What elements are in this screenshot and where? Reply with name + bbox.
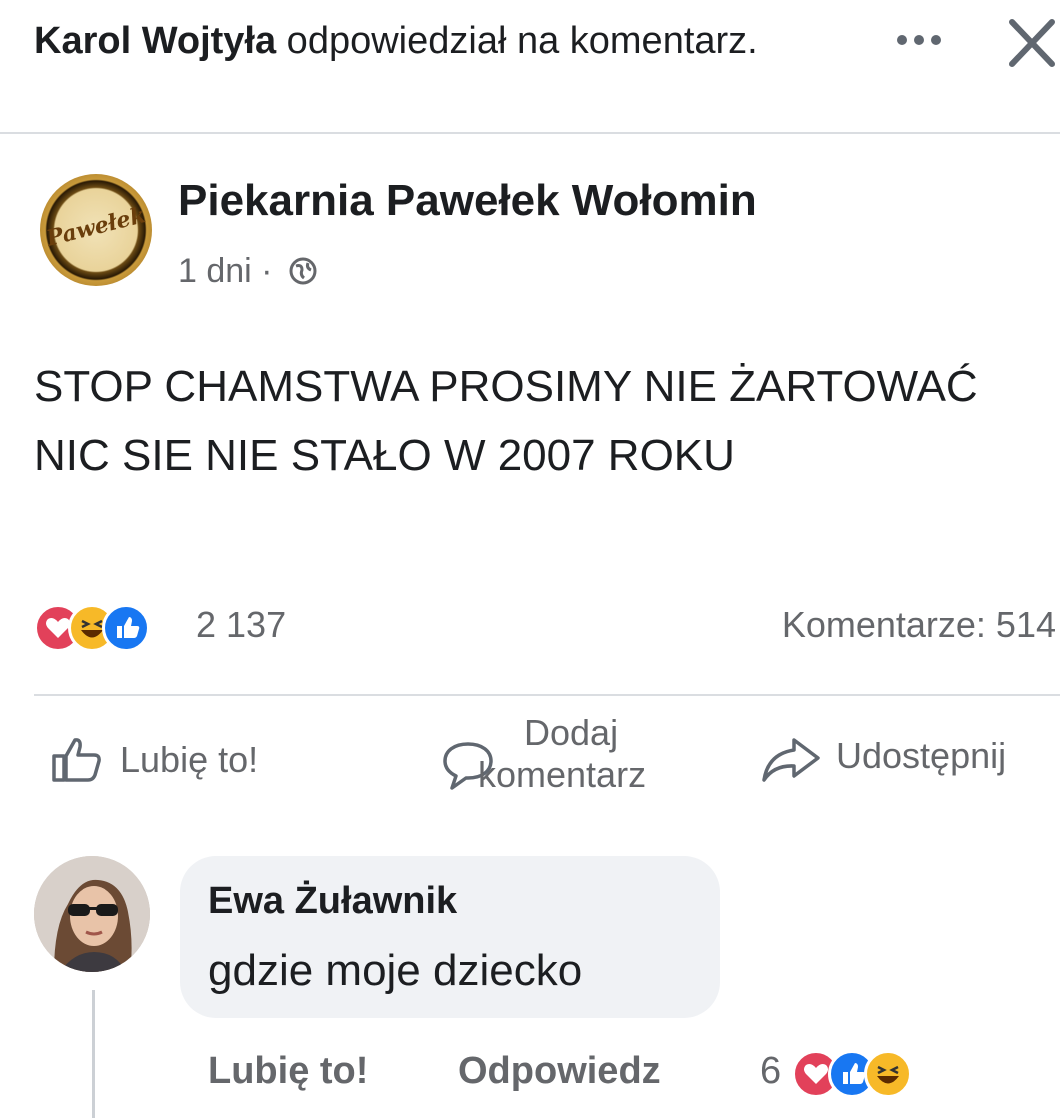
post-timestamp[interactable]: 1 dni · xyxy=(178,252,318,291)
comment-reaction-count: 6 xyxy=(760,1050,782,1092)
close-button[interactable] xyxy=(1000,10,1060,74)
comment-reply-button[interactable]: Odpowiedz xyxy=(458,1050,661,1093)
notification-text: Karol Wojtyła odpowiedział na komentarz. xyxy=(34,12,854,70)
comment-label-line2: komentarz xyxy=(478,754,647,795)
comment-author[interactable]: Ewa Żuławnik xyxy=(208,880,457,923)
notification-actor[interactable]: Karol Wojtyła xyxy=(34,20,276,62)
share-label: Udostępnij xyxy=(836,735,1007,776)
page-name-link[interactable]: Piekarnia Pawełek Wołomin xyxy=(178,176,757,226)
thumbs-up-icon xyxy=(52,738,101,782)
more-icon xyxy=(897,35,941,45)
like-label: Lubię to! xyxy=(120,739,259,780)
comment-count-link[interactable]: Komentarze: 514 xyxy=(782,604,1056,646)
header-divider xyxy=(0,132,1060,134)
reaction-count[interactable]: 2 137 xyxy=(196,604,286,646)
commenter-photo xyxy=(34,856,150,972)
haha-reaction-icon xyxy=(863,1050,912,1098)
page-avatar[interactable]: Pawełek xyxy=(40,174,152,286)
post-time-text: 1 dni · xyxy=(178,252,273,290)
comment-like-button[interactable]: Lubię to! xyxy=(208,1050,368,1093)
commenter-avatar[interactable] xyxy=(34,856,150,972)
comment-text: gdzie moje dziecko xyxy=(208,946,583,995)
notification-action: odpowiedział na komentarz. xyxy=(276,20,758,62)
post-body-text: STOP CHAMSTWA PROSIMY NIE ŻARTOWAĆ NIC S… xyxy=(34,362,978,480)
more-options-button[interactable] xyxy=(890,20,948,60)
close-icon xyxy=(1009,19,1055,67)
thread-line xyxy=(92,990,95,1118)
like-button[interactable]: Lubię to! xyxy=(48,734,258,784)
like-reaction-icon xyxy=(102,604,150,652)
page-logo-text: Pawełek xyxy=(43,202,149,252)
globe-icon xyxy=(289,257,317,285)
comment-label-line1: Dodaj xyxy=(524,712,619,753)
share-arrow-icon xyxy=(762,738,820,782)
actions-divider xyxy=(34,694,1060,696)
share-button[interactable]: Udostępnij xyxy=(760,734,1006,784)
comment-reactions[interactable]: 6 xyxy=(760,1050,942,1102)
